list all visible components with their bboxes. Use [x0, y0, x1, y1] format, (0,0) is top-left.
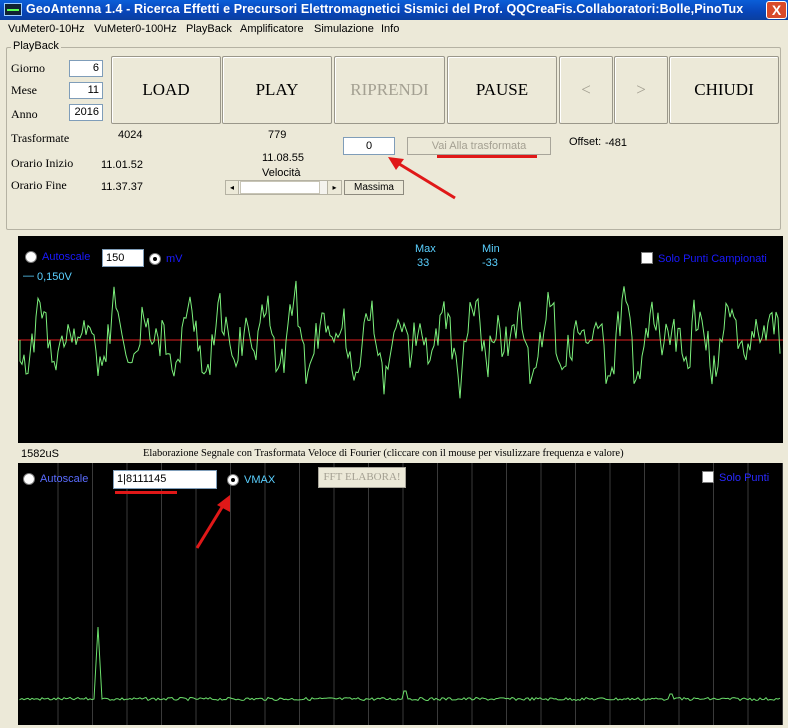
solo-punti-campionati-checkbox[interactable] [641, 252, 653, 264]
red-arrow-annotation-2 [195, 495, 230, 549]
orario-inizio-label: Orario Inizio [11, 156, 74, 170]
fft-caption: Elaborazione Segnale con Trasformata Vel… [143, 448, 624, 459]
trasformate-label: Trasformate [11, 131, 70, 145]
giorno-label: Giorno [11, 61, 45, 75]
mese-field[interactable]: 11 [69, 82, 103, 99]
menu-info[interactable]: Info [381, 23, 399, 35]
fft-autoscale-radio[interactable] [23, 473, 35, 485]
app-icon [4, 3, 22, 16]
app-window: GeoAntenna 1.4 - Ricerca Effetti e Precu… [0, 0, 788, 728]
menu-simulazione[interactable]: Simulazione [314, 23, 374, 35]
orario-fine-value: 11.37.37 [101, 181, 144, 193]
window-title: GeoAntenna 1.4 - Ricerca Effetti e Precu… [26, 2, 744, 16]
fft-autoscale-label: Autoscale [40, 473, 89, 485]
next-button[interactable]: > [614, 56, 668, 124]
menu-playback[interactable]: PlayBack [186, 23, 232, 35]
title-bar[interactable]: GeoAntenna 1.4 - Ricerca Effetti e Precu… [0, 0, 788, 20]
solo-punti-campionati-label: Solo Punti Campionati [658, 253, 767, 265]
signal-trace [18, 280, 783, 399]
fft-spectrum [19, 463, 783, 725]
giorno-field[interactable]: 6 [69, 60, 103, 77]
max-value: 33 [417, 257, 430, 269]
red-underline-annotation-2 [115, 491, 177, 494]
orario-fine-label: Orario Fine [11, 178, 67, 192]
orario-inizio-value: 11.01.52 [101, 159, 144, 171]
oscilloscope-panel[interactable] [18, 236, 783, 443]
scale-marker-icon: — [23, 270, 34, 282]
scroll-thumb[interactable] [240, 181, 320, 194]
min-value: -33 [482, 257, 498, 269]
sample-period: 1582uS [21, 448, 59, 460]
riprendi-button[interactable]: RIPRENDI [334, 56, 445, 124]
chiudi-button[interactable]: CHIUDI [669, 56, 779, 124]
current-time: 11.08.55 [262, 152, 305, 164]
velocita-label: Velocità [262, 167, 301, 179]
previous-button[interactable]: < [559, 56, 613, 124]
scale-field[interactable]: 150 [102, 249, 144, 267]
play-button[interactable]: PLAY [222, 56, 332, 124]
fft-spectrum-line [19, 626, 781, 702]
menu-amplificatore[interactable]: Amplificatore [240, 23, 304, 35]
menu-vumeter10[interactable]: VuMeter0-10Hz [8, 23, 85, 35]
anno-label: Anno [11, 107, 38, 121]
vmax-label: VMAX [244, 474, 276, 486]
red-arrow-annotation [388, 157, 456, 200]
mese-label: Mese [11, 83, 37, 97]
mv-label: mV [166, 253, 183, 265]
fft-solo-punti-label: Solo Punti [719, 472, 770, 484]
offset-value: -481 [605, 137, 628, 149]
autoscale-label: Autoscale [42, 251, 91, 263]
vmax-radio[interactable] [227, 474, 239, 486]
mv-radio[interactable] [149, 253, 161, 265]
offset-label: Offset: [569, 136, 602, 148]
close-button[interactable]: X [766, 1, 787, 19]
fft-elabora-button[interactable]: FFT ELABORA! [318, 467, 406, 488]
scale-readout: 0,150V [37, 271, 72, 283]
speed-scrollbar[interactable]: ◂ ▸ [225, 180, 342, 195]
load-button[interactable]: LOAD [111, 56, 221, 124]
playback-group-label: PlayBack [11, 40, 61, 52]
autoscale-radio[interactable] [25, 251, 37, 263]
trasformate-total: 4024 [118, 129, 143, 141]
pause-button[interactable]: PAUSE [447, 56, 557, 124]
min-label: Min [482, 243, 500, 255]
anno-field[interactable]: 2016 [69, 104, 103, 121]
scroll-left-arrow-icon[interactable]: ◂ [226, 181, 239, 194]
fft-solo-punti-checkbox[interactable] [702, 471, 714, 483]
max-label: Max [415, 243, 436, 255]
trasformate-current: 779 [268, 129, 287, 141]
scroll-right-arrow-icon[interactable]: ▸ [327, 181, 341, 194]
fft-panel[interactable] [18, 463, 783, 725]
menu-bar: VuMeter0-10Hz VuMeter0-100Hz PlayBack Am… [0, 20, 788, 40]
menu-vumeter100[interactable]: VuMeter0-100Hz [94, 23, 177, 35]
vmax-field[interactable]: 1|8111145 [113, 470, 217, 489]
